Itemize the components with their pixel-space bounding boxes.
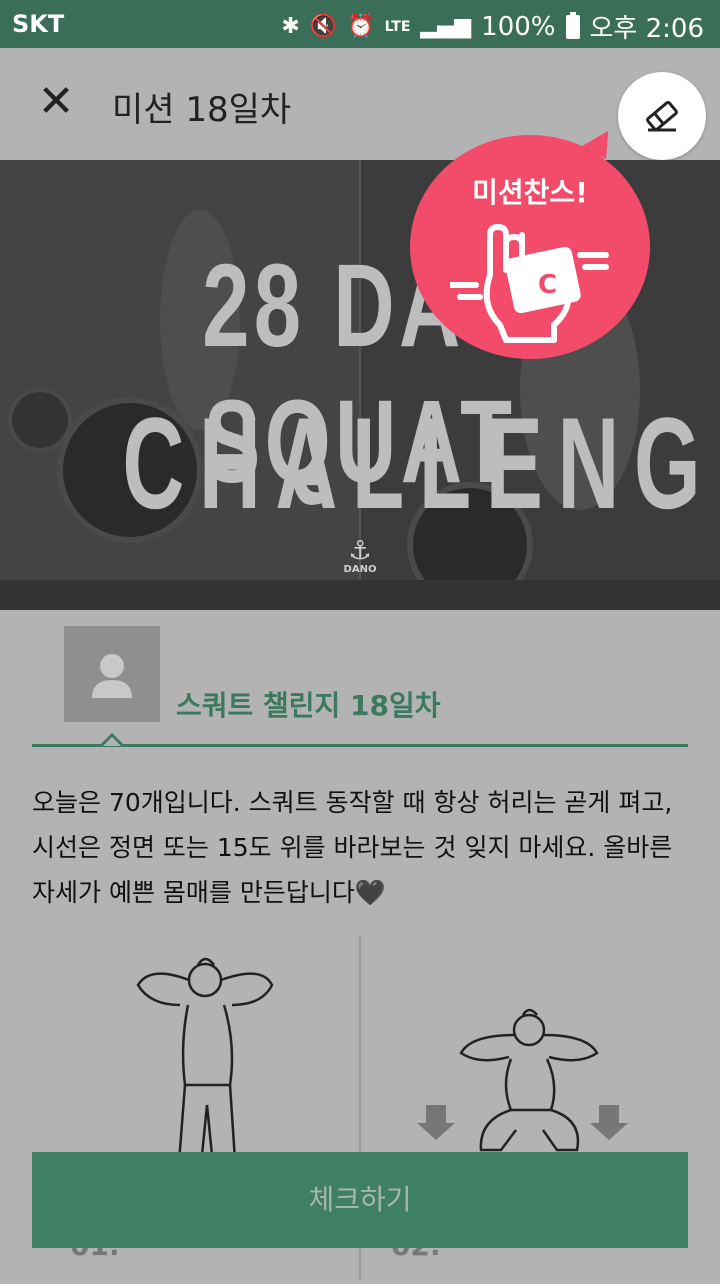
status-icons: ✱ 🔇 ⏰ LTE ▂▄▆ 100% 오후 2:06	[281, 8, 704, 45]
mission-chance-bubble[interactable]: 미션찬스! C	[410, 135, 650, 359]
eraser-icon	[646, 100, 678, 132]
hand-ticket-icon: C	[450, 224, 609, 343]
close-icon[interactable]: ✕	[34, 76, 78, 128]
alarm-icon: ⏰	[347, 13, 375, 39]
clock: 오후 2:06	[589, 14, 705, 44]
mission-chance-label: 미션찬스!	[472, 176, 588, 209]
brand-logo: ⚓ DANO	[336, 538, 384, 586]
eraser-button[interactable]	[618, 72, 706, 160]
battery-percent: 100%	[481, 11, 556, 42]
user-icon	[92, 654, 132, 698]
down-arrow-icon	[417, 1105, 455, 1140]
avatar	[64, 626, 160, 722]
check-button[interactable]: 체크하기	[32, 1152, 688, 1248]
divider-notch-inner	[103, 737, 121, 746]
brand-name: DANO	[343, 564, 377, 575]
divider	[32, 744, 688, 747]
carrier-label: SKT	[12, 10, 65, 38]
anchor-icon: ⚓	[348, 536, 372, 566]
page-title: 미션 18일차	[112, 90, 292, 130]
mission-description: 오늘은 70개입니다. 스쿼트 동작할 때 항상 허리는 곧게 펴고, 시선은 …	[32, 788, 673, 907]
signal-icon: ▂▄▆	[420, 13, 472, 39]
svg-text:C: C	[538, 270, 557, 300]
status-bar: SKT ✱ 🔇 ⏰ LTE ▂▄▆ 100% 오후 2:06	[0, 0, 720, 48]
down-arrow-icon	[590, 1105, 628, 1140]
hero-subheadline: CHALLENGE	[122, 390, 720, 536]
mission-title: 스쿼트 챌린지 18일차	[176, 689, 441, 722]
lte-icon: LTE	[384, 18, 411, 35]
bluetooth-icon: ✱	[281, 13, 300, 39]
mute-icon: 🔇	[309, 13, 338, 39]
battery-icon	[565, 11, 580, 39]
